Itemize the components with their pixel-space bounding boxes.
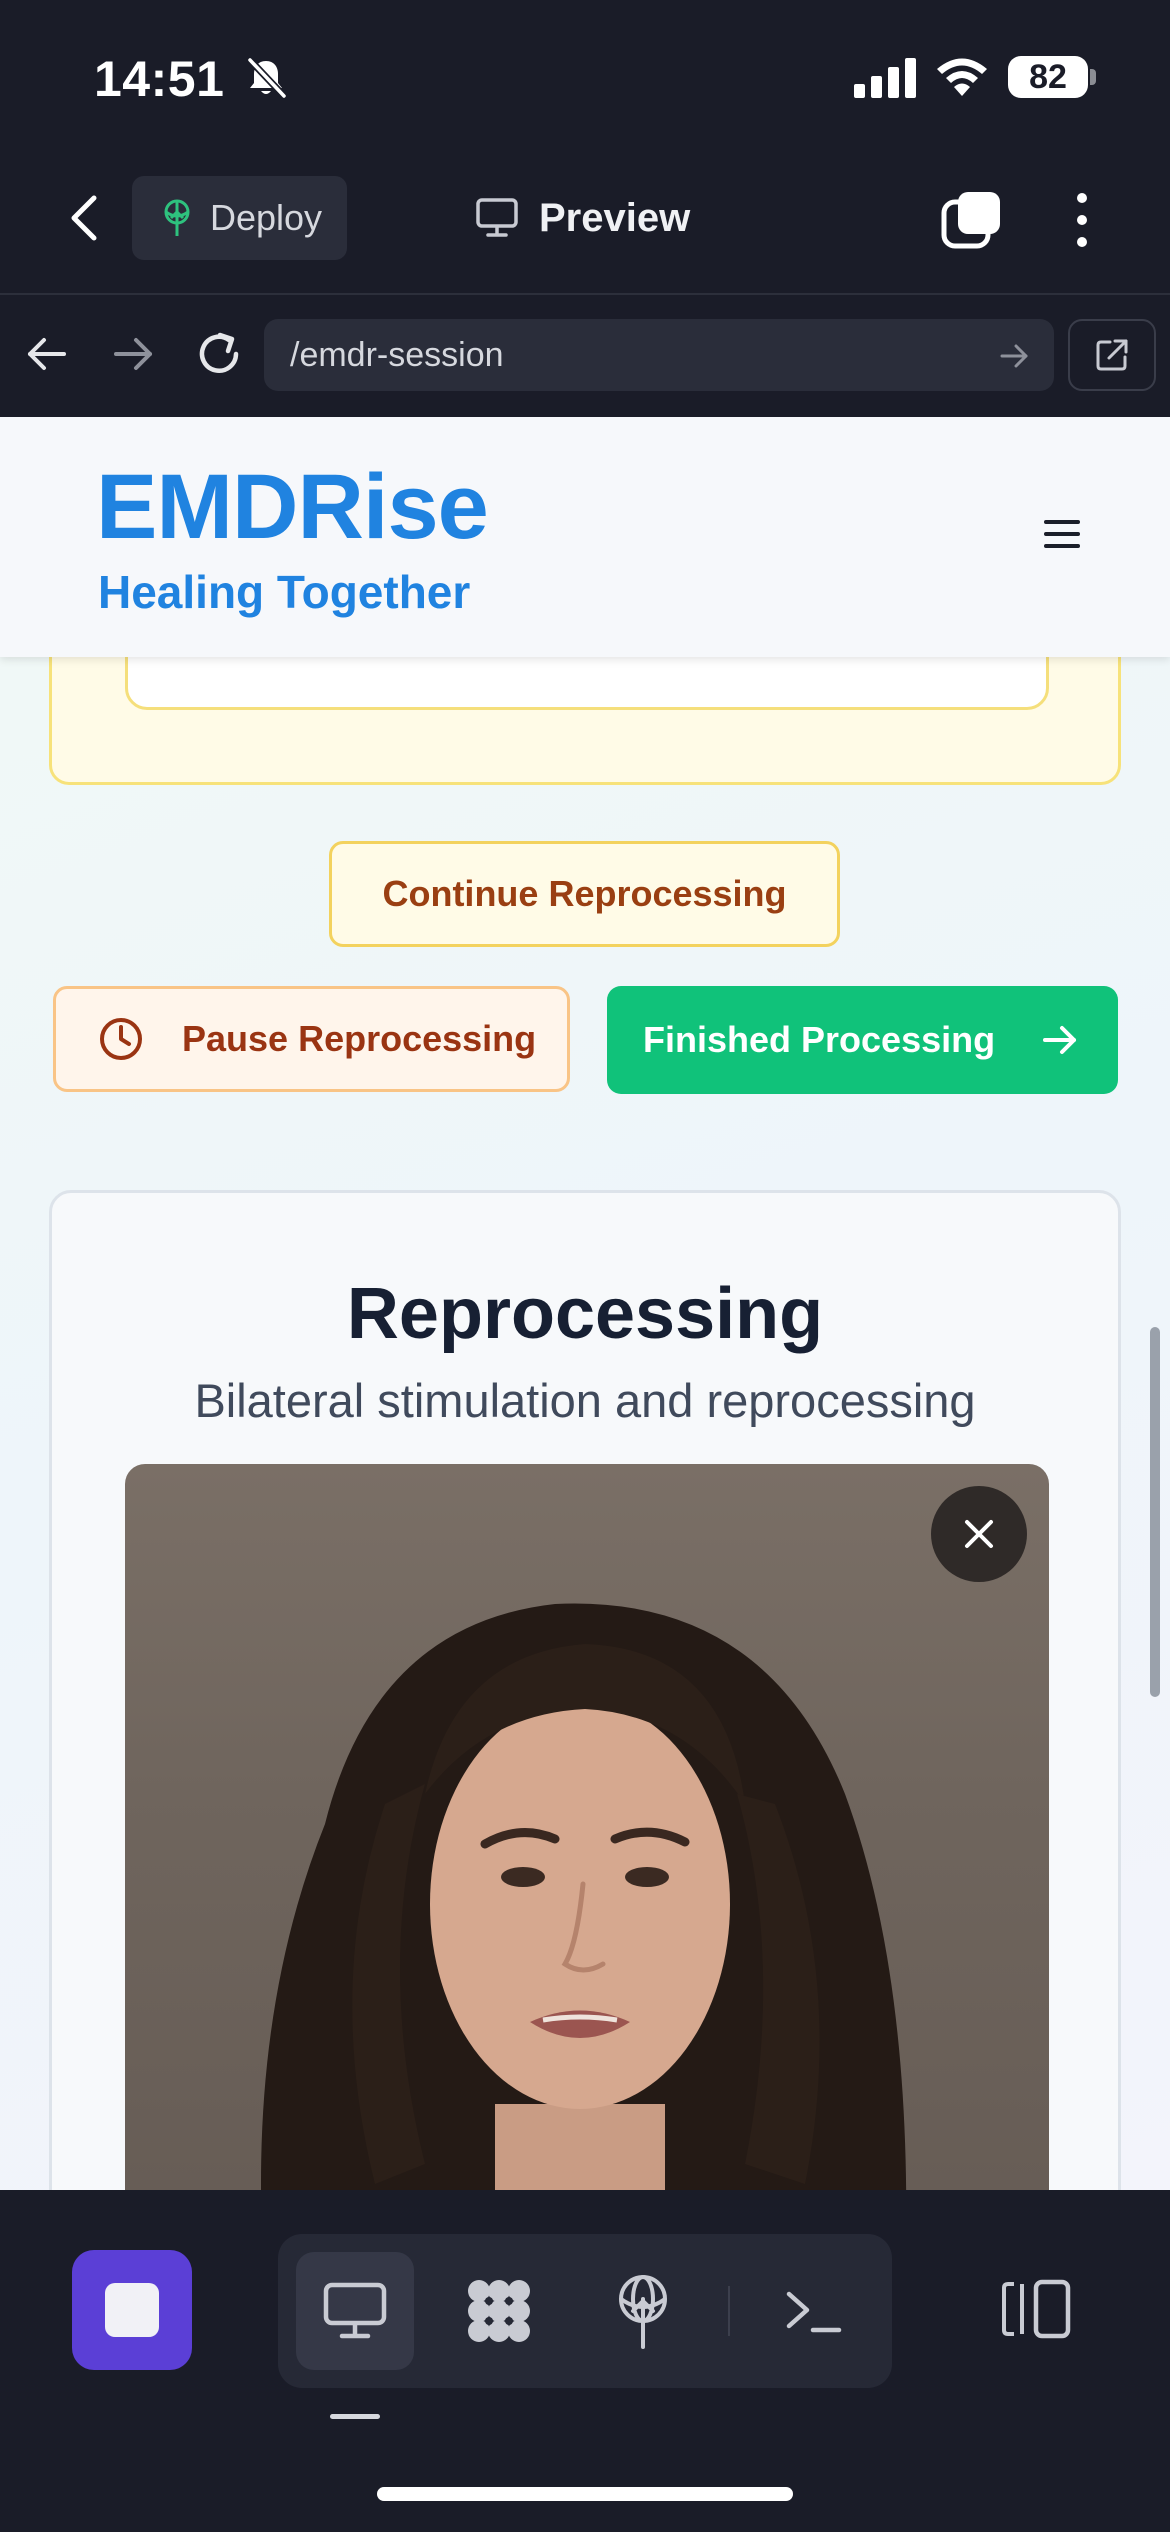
tab-divider	[728, 2286, 730, 2336]
tab-preview[interactable]	[296, 2252, 414, 2370]
home-indicator	[377, 2487, 793, 2501]
arrow-right-icon	[1043, 1026, 1076, 1054]
top-toolbar: Deploy Preview	[0, 150, 1170, 295]
site-logo[interactable]: EMDRise	[96, 455, 489, 560]
site-header: EMDRise Healing Together	[0, 417, 1170, 657]
battery-indicator: 82	[1008, 56, 1088, 98]
therapist-portrait	[261, 1603, 907, 2190]
monitor-icon	[476, 198, 518, 237]
back-icon[interactable]	[62, 190, 110, 246]
stop-button[interactable]	[72, 2250, 192, 2370]
grid-icon	[468, 2280, 530, 2342]
signal-icon	[854, 58, 916, 98]
stop-icon	[105, 2283, 159, 2337]
active-tab-indicator	[330, 2414, 380, 2419]
page-scrollbar[interactable]	[1150, 1327, 1160, 1697]
tab-deploy[interactable]	[584, 2252, 702, 2370]
hamburger-icon[interactable]	[1042, 517, 1082, 551]
finished-label: Finished Processing	[643, 1019, 996, 1060]
url-input[interactable]: /emdr-session	[264, 319, 1054, 391]
view-switcher	[278, 2234, 892, 2388]
continue-reprocessing-button[interactable]: Continue Reprocessing	[329, 841, 840, 947]
therapist-video[interactable]	[125, 1464, 1049, 2190]
panel-icon[interactable]	[1000, 2278, 1072, 2340]
wifi-icon	[937, 58, 987, 96]
terminal-icon	[786, 2291, 842, 2333]
deploy-button[interactable]: Deploy	[132, 176, 347, 260]
url-text: /emdr-session	[290, 335, 504, 374]
close-icon	[965, 1520, 993, 1548]
go-arrow-icon[interactable]	[998, 339, 1032, 373]
web-page: EMDRise Healing Together Continue Reproc…	[0, 417, 1170, 2190]
reprocessing-subtitle: Bilateral stimulation and reprocessing	[194, 1374, 976, 1427]
preview-title[interactable]: Preview	[475, 190, 690, 246]
reload-icon[interactable]	[192, 327, 246, 381]
tabs-icon[interactable]	[940, 188, 1004, 252]
more-icon[interactable]	[1062, 188, 1102, 252]
globe-icon	[619, 2275, 667, 2349]
arrow-left-icon[interactable]	[24, 331, 70, 377]
status-time: 14:51	[94, 51, 225, 107]
bottom-bar	[0, 2190, 1170, 2532]
external-link-icon	[1096, 339, 1128, 371]
status-bar: 14:51 82	[0, 0, 1170, 150]
tab-console[interactable]	[754, 2252, 872, 2370]
pause-label: Pause Reprocessing	[182, 1018, 537, 1059]
bell-slash-icon	[247, 57, 287, 99]
preview-label: Preview	[539, 195, 691, 240]
arrow-right-icon[interactable]	[110, 331, 156, 377]
pause-reprocessing-button[interactable]: Pause Reprocessing	[53, 986, 570, 1092]
reprocessing-title: Reprocessing	[346, 1274, 824, 1354]
tab-components[interactable]	[440, 2252, 558, 2370]
reprocessing-card: Reprocessing Bilateral stimulation and r…	[49, 1190, 1121, 2190]
deploy-icon	[164, 199, 190, 236]
finished-processing-button[interactable]: Finished Processing	[607, 986, 1118, 1094]
close-video-button[interactable]	[931, 1486, 1027, 1582]
monitor-icon	[323, 2282, 387, 2339]
deploy-label: Deploy	[210, 197, 323, 238]
clock-icon	[100, 1018, 142, 1060]
site-tagline: Healing Together	[98, 566, 471, 618]
open-external-button[interactable]	[1068, 319, 1156, 391]
url-bar: /emdr-session	[0, 297, 1170, 417]
battery-cap	[1090, 69, 1096, 85]
